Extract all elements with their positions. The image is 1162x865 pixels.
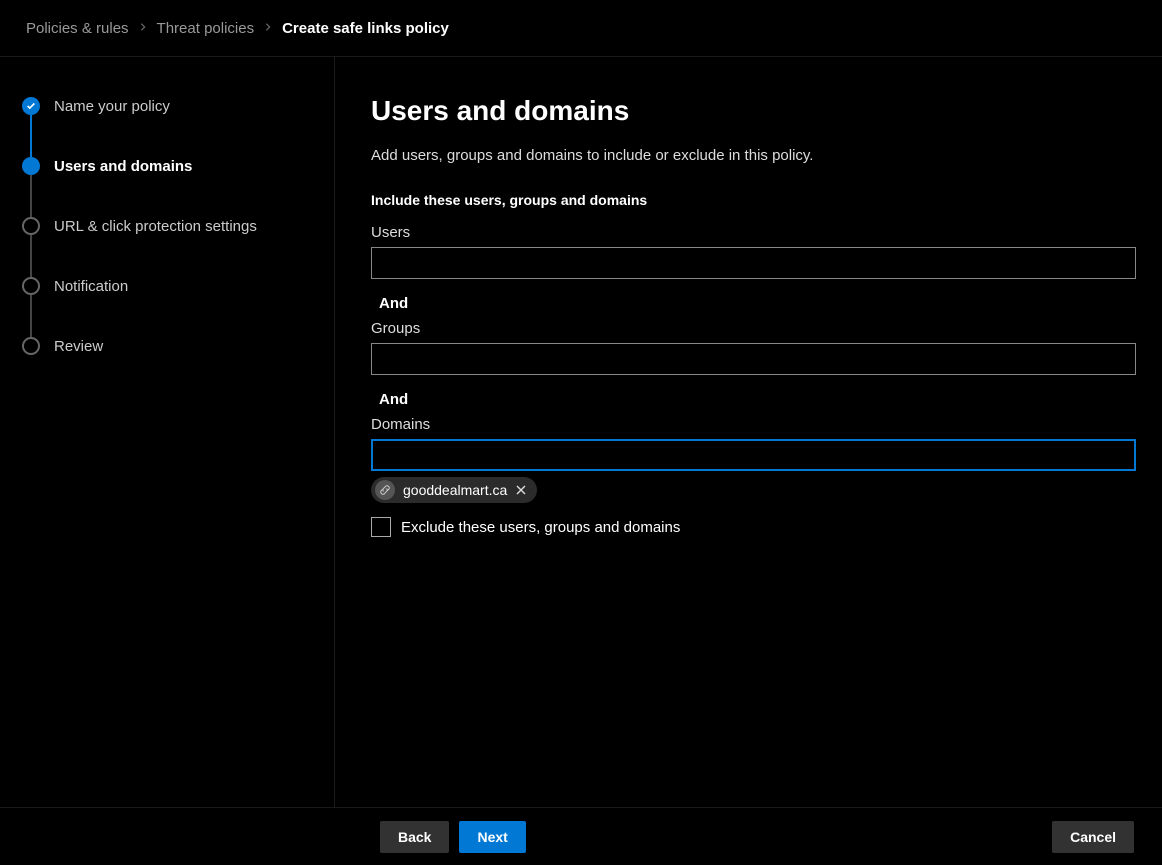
users-field: Users <box>371 224 1152 279</box>
back-button[interactable]: Back <box>380 821 449 853</box>
step-notification[interactable]: Notification <box>22 277 316 295</box>
and-separator: And <box>371 383 1152 416</box>
link-icon <box>375 480 395 500</box>
step-connector <box>30 175 32 217</box>
remove-chip-button[interactable] <box>515 484 527 496</box>
step-review[interactable]: Review <box>22 337 316 355</box>
current-step-icon <box>22 157 40 175</box>
next-button[interactable]: Next <box>459 821 525 853</box>
groups-label: Groups <box>371 320 1152 337</box>
upcoming-step-icon <box>22 337 40 355</box>
domains-input[interactable] <box>371 439 1136 471</box>
and-separator: And <box>371 287 1152 320</box>
main-content: Users and domains Add users, groups and … <box>335 57 1162 807</box>
domain-chip: gooddealmart.ca <box>371 477 537 503</box>
step-connector <box>30 235 32 277</box>
step-url-protection[interactable]: URL & click protection settings <box>22 217 316 235</box>
upcoming-step-icon <box>22 277 40 295</box>
step-label: Notification <box>54 278 128 295</box>
step-name-policy[interactable]: Name your policy <box>22 97 316 115</box>
step-label: Users and domains <box>54 158 192 175</box>
check-icon <box>22 97 40 115</box>
page-description: Add users, groups and domains to include… <box>371 147 1152 164</box>
groups-input[interactable] <box>371 343 1136 375</box>
chevron-right-icon <box>139 21 147 35</box>
include-heading: Include these users, groups and domains <box>371 192 1152 208</box>
domains-label: Domains <box>371 416 1152 433</box>
breadcrumb-link-policies[interactable]: Policies & rules <box>26 20 129 37</box>
step-users-domains[interactable]: Users and domains <box>22 157 316 175</box>
breadcrumb-link-threat[interactable]: Threat policies <box>157 20 255 37</box>
page-title: Users and domains <box>371 95 1152 127</box>
chevron-right-icon <box>264 21 272 35</box>
wizard-steps: Name your policy Users and domains URL &… <box>0 57 335 807</box>
step-label: Review <box>54 338 103 355</box>
chip-label: gooddealmart.ca <box>403 482 507 498</box>
step-label: URL & click protection settings <box>54 218 257 235</box>
footer: Back Next Cancel <box>0 807 1162 865</box>
exclude-checkbox-row: Exclude these users, groups and domains <box>371 517 1152 537</box>
domains-field: Domains gooddealmart.ca <box>371 416 1152 503</box>
domain-chips: gooddealmart.ca <box>371 477 1152 503</box>
step-connector <box>30 115 32 157</box>
step-connector <box>30 295 32 337</box>
groups-field: Groups <box>371 320 1152 375</box>
cancel-button[interactable]: Cancel <box>1052 821 1134 853</box>
step-label: Name your policy <box>54 98 170 115</box>
users-input[interactable] <box>371 247 1136 279</box>
breadcrumb: Policies & rules Threat policies Create … <box>0 0 1162 57</box>
breadcrumb-current: Create safe links policy <box>282 20 449 37</box>
users-label: Users <box>371 224 1152 241</box>
upcoming-step-icon <box>22 217 40 235</box>
exclude-checkbox[interactable] <box>371 517 391 537</box>
exclude-checkbox-label: Exclude these users, groups and domains <box>401 519 680 536</box>
